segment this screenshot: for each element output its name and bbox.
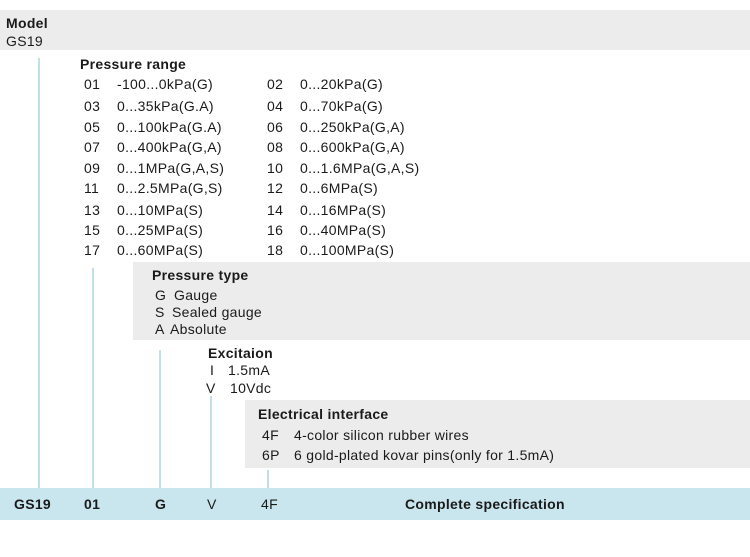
range-code: 01 [84,76,101,92]
range-value: 0...2.5MPa(G,S) [117,180,223,196]
range-code: 16 [267,222,284,238]
range-value: 0...25MPa(S) [117,222,204,238]
electrical-interface-heading: Electrical interface [258,406,389,422]
pressure-range-heading: Pressure range [80,56,187,72]
connector-line-model [38,58,40,488]
spec-excitation: V [207,496,217,512]
model-value: GS19 [6,33,43,49]
model-panel [0,10,750,50]
interface-code-4f: 4F [262,427,279,443]
range-value: 0...10MPa(S) [117,202,204,218]
range-value: 0...100MPa(S) [300,242,395,258]
range-code: 09 [84,160,101,176]
pressure-type-code-a: A [155,321,165,337]
pressure-type-label-g: Gauge [174,287,218,303]
connector-line-excitation [210,396,212,488]
range-value: 0...250kPa(G,A) [300,119,405,135]
range-value: 0...60MPa(S) [117,242,204,258]
range-value: 0...600kPa(G,A) [300,139,405,155]
interface-label-4f: 4-color silicon rubber wires [294,427,469,443]
range-code: 03 [84,98,101,114]
range-code: 17 [84,242,101,258]
range-code: 06 [267,119,284,135]
range-value: -100...0kPa(G) [117,76,214,92]
spec-label: Complete specification [405,496,565,512]
range-value: 0...400kPa(G,A) [117,139,222,155]
pressure-type-code-s: S [155,304,165,320]
range-code: 18 [267,242,284,258]
range-value: 0...100kPa(G.A) [117,119,222,135]
range-code: 08 [267,139,284,155]
spec-model: GS19 [14,496,51,512]
range-code: 13 [84,202,101,218]
range-code: 02 [267,76,284,92]
connector-line-interface [267,470,269,488]
range-code: 11 [84,180,100,196]
range-code: 14 [267,202,284,218]
range-code: 04 [267,98,284,114]
specification-bar [0,488,750,520]
excitation-label-v: 10Vdc [230,380,272,396]
pressure-type-label-a: Absolute [170,321,227,337]
range-code: 05 [84,119,101,135]
range-code: 15 [84,222,101,238]
range-value: 0...20kPa(G) [300,76,383,92]
spec-range: 01 [84,496,101,512]
range-code: 10 [267,160,284,176]
spec-type: G [155,496,167,512]
pressure-type-code-g: G [155,287,167,303]
connector-line-type [159,350,161,488]
excitation-label-i: 1.5mA [228,362,270,378]
range-value: 0...16MPa(S) [300,202,387,218]
excitation-code-v: V [206,380,216,396]
range-value: 0...40MPa(S) [300,222,387,238]
pressure-type-label-s: Sealed gauge [172,304,263,320]
interface-label-6p: 6 gold-plated kovar pins(only for 1.5mA) [294,447,555,463]
pressure-type-heading: Pressure type [152,267,249,283]
range-value: 0...1MPa(G,A,S) [117,160,225,176]
interface-code-6p: 6P [262,447,280,463]
model-heading: Model [6,15,48,31]
range-value: 0...70kPa(G) [300,98,383,114]
connector-line-range [92,268,94,488]
range-value: 0...6MPa(S) [300,180,378,196]
excitation-heading: Excitaion [208,345,273,361]
range-value: 0...1.6MPa(G,A,S) [300,160,420,176]
range-value: 0...35kPa(G.A) [117,98,214,114]
excitation-code-i: I [210,362,215,378]
spec-interface: 4F [261,496,278,512]
range-code: 12 [267,180,284,196]
range-code: 07 [84,139,101,155]
